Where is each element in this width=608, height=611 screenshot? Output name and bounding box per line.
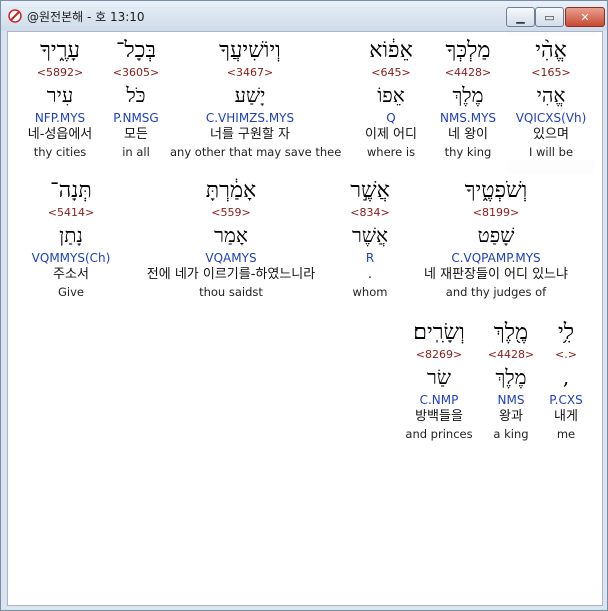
english-gloss: Give (58, 285, 84, 299)
hebrew-lemma: אֱהִי (536, 83, 566, 107)
close-icon: ✕ (580, 10, 590, 24)
morphology-code: VQICXS(Vh) (515, 111, 587, 125)
hebrew-lemma: אֲשֶׁר (352, 223, 388, 247)
hebrew-word: לִ֥י (557, 320, 575, 345)
interlinear-view: עָרֶ֑יךָ <5892> עִיר NFP.MYS 네-성읍에서 thy … (7, 31, 603, 606)
maximize-icon: ▭ (544, 10, 555, 24)
english-gloss: I will be (528, 145, 574, 159)
hebrew-lemma: אָמַר (214, 223, 248, 247)
strong-number[interactable]: <.> (516, 348, 608, 362)
morphology-code: R (365, 251, 375, 265)
morphology-code: VQMMYS(Ch) (31, 251, 111, 265)
hebrew-lemma: שָׁפַט (477, 223, 515, 247)
english-gloss: thou saidst (199, 285, 263, 299)
word-cell[interactable]: אָמַ֔רְתָּ <559> אָמַר VQAMYS 전에 네가 이르기를… (126, 176, 336, 300)
morphology-code: C.VHIMZS.MYS (205, 111, 295, 125)
hebrew-word: וְשֹׁפְטֶ֑יךָ (464, 178, 528, 203)
close-button[interactable]: ✕ (565, 7, 605, 27)
word-cell[interactable]: לִ֥י <.> , P.CXS 내게 me (516, 318, 608, 442)
strong-number[interactable]: <559> (126, 206, 336, 220)
hebrew-word: תְּנָה־ (50, 178, 92, 203)
english-gloss: any other that may save thee (170, 145, 342, 159)
strong-number[interactable]: <3467> (170, 66, 330, 80)
word-cell[interactable]: אֲשֶׁ֣ר <834> אֲשֶׁר R . whom (320, 176, 420, 300)
english-gloss: me (556, 427, 576, 441)
korean-gloss: . (367, 267, 373, 282)
word-cell[interactable]: תְּנָה־ <5414> נָתַן VQMMYS(Ch) 주소서 Give (21, 176, 121, 300)
hebrew-word: אֱהִ֨י (535, 38, 567, 63)
hebrew-lemma: נָתַן (59, 223, 83, 247)
hebrew-lemma: , (562, 365, 570, 389)
morphology-code: C.VQPAMP.MYS (451, 251, 541, 265)
hebrew-lemma: יָשַׁע (234, 83, 266, 107)
hebrew-word: וְיוֹשִׁיעֲךָ (219, 38, 281, 63)
strong-number[interactable]: <834> (320, 206, 420, 220)
minimize-button[interactable]: ▁ (506, 7, 535, 27)
word-cell[interactable]: וְשֹׁפְטֶ֑יךָ <8199> שָׁפַט C.VQPAMP.MYS… (406, 176, 586, 300)
english-gloss: and thy judges of (445, 285, 547, 299)
hebrew-word: אֲשֶׁ֣ר (350, 178, 390, 203)
minimize-icon: ▁ (516, 10, 525, 24)
maximize-button[interactable]: ▭ (535, 7, 564, 27)
hebrew-word: אָמַ֔רְתָּ (205, 178, 257, 203)
strong-number[interactable]: <165> (501, 66, 601, 80)
window-title: @원전본해 - 호 13:10 (27, 10, 145, 24)
title-bar[interactable]: @원전본해 - 호 13:10 ▁ ▭ ✕ (1, 1, 607, 31)
morphology-code: VQAMYS (205, 251, 257, 265)
korean-gloss: 있으며 (533, 127, 569, 142)
word-cell-selected[interactable]: אֱהִ֨י <165> אֱהִי VQICXS(Vh) 있으며 I will… (501, 36, 601, 160)
english-gloss: whom (352, 285, 388, 299)
strong-number[interactable]: <8199> (406, 206, 586, 220)
strong-number[interactable]: <5414> (21, 206, 121, 220)
korean-gloss: 네 재판장들이 어디 있느냐 (424, 267, 568, 282)
word-cell[interactable]: וְיוֹשִׁיעֲךָ <3467> יָשַׁע C.VHIMZS.MYS… (170, 36, 342, 160)
korean-gloss: 주소서 (53, 267, 89, 282)
korean-gloss: 내게 (554, 409, 578, 424)
bible-app-icon (8, 9, 22, 23)
morphology-code: P.CXS (549, 393, 583, 407)
korean-gloss: 너를 구원할 자 (209, 127, 291, 142)
app-window: @원전본해 - 호 13:10 ▁ ▭ ✕ עָרֶ֑יךָ <5892> עִ… (0, 0, 608, 611)
korean-gloss: 전에 네가 이르기를-하였느니라 (146, 267, 316, 282)
